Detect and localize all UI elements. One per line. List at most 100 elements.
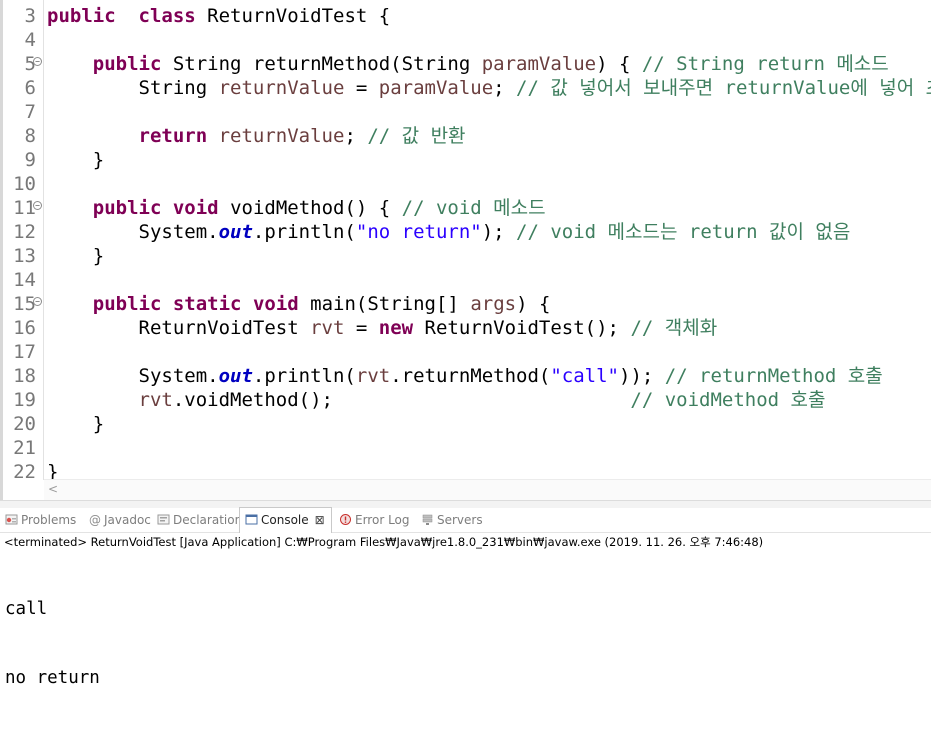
code-line[interactable]: 13 } [0, 244, 931, 268]
code-token: ) { [596, 53, 642, 75]
code-token: public [47, 5, 116, 27]
line-number: 5 [24, 53, 36, 75]
code-token: // String return 메소드 [641, 53, 889, 75]
console-icon [245, 514, 258, 525]
tab-problems[interactable]: Problems [5, 508, 76, 532]
code-text: rvt.voidMethod(); // voidMethod 호출 [47, 388, 826, 412]
code-line[interactable]: 18 System.out.println(rvt.returnMethod("… [0, 364, 931, 388]
code-token: .println( [252, 365, 356, 387]
code-line[interactable]: 10 [0, 172, 931, 196]
code-token: paramValue [378, 77, 494, 99]
code-line[interactable]: 11− public void voidMethod() { // void 메… [0, 196, 931, 220]
code-token: void [172, 197, 219, 219]
tab-label: Console [261, 513, 309, 527]
code-line[interactable]: 15− public static void main(String[] arg… [0, 292, 931, 316]
line-number: 22 [13, 461, 36, 483]
line-number: 7 [24, 101, 36, 123]
code-line[interactable]: 21 [0, 436, 931, 460]
line-number: 16 [13, 317, 36, 339]
tab-console[interactable]: Console ⊠ [239, 507, 332, 533]
code-token: out [218, 365, 253, 387]
code-line[interactable]: 6 String returnValue = paramValue; // 값 … [0, 76, 931, 100]
code-text: return returnValue; // 값 반환 [47, 124, 466, 148]
code-token: class [138, 5, 196, 27]
code-text: } [47, 244, 104, 268]
code-line[interactable]: 9 } [0, 148, 931, 172]
line-number: 11 [13, 197, 36, 219]
code-token: ); [481, 221, 517, 243]
code-line[interactable]: 19 rvt.voidMethod(); // voidMethod 호출 [0, 388, 931, 412]
bottom-panel: Problems @ Javadoc Declaration Console ⊠ … [0, 500, 931, 688]
code-token: ReturnVoidTest [47, 317, 311, 339]
scroll-left-arrow-icon[interactable]: < [48, 482, 58, 496]
line-number: 8 [24, 125, 36, 147]
fold-toggle-icon[interactable]: − [33, 57, 42, 66]
code-token: return [138, 125, 208, 147]
code-line[interactable]: 12 System.out.println("no return"); // v… [0, 220, 931, 244]
code-text: System.out.println(rvt.returnMethod("cal… [47, 364, 883, 388]
console-output[interactable]: call no return [5, 552, 100, 736]
code-line[interactable]: 14 [0, 268, 931, 292]
code-token: ReturnVoidTest(); [413, 317, 631, 339]
code-token: ) { [516, 293, 551, 315]
console-output-line: call [5, 599, 48, 619]
code-text: System.out.println("no return"); // void… [47, 220, 851, 244]
line-number: 20 [13, 413, 36, 435]
code-token: main(String[] [298, 293, 471, 315]
code-line[interactable]: 16 ReturnVoidTest rvt = new ReturnVoidTe… [0, 316, 931, 340]
line-number: 4 [24, 29, 36, 51]
tab-declaration[interactable]: Declaration [157, 508, 242, 532]
code-token: String returnMethod(String [161, 53, 482, 75]
code-token: ; [493, 77, 517, 99]
code-line[interactable]: 4 [0, 28, 931, 52]
close-console-icon[interactable]: ⊠ [315, 513, 325, 527]
tab-label: Servers [437, 513, 483, 527]
fold-toggle-icon[interactable]: − [33, 297, 42, 306]
line-number: 19 [13, 389, 36, 411]
javadoc-icon: @ [89, 513, 101, 526]
code-token: new [378, 317, 414, 339]
code-token: rvt [138, 389, 173, 411]
code-editor[interactable]: 3 public class ReturnVoidTest {4 5− public… [0, 0, 931, 500]
view-tab-bar: Problems @ Javadoc Declaration Console ⊠ … [0, 507, 931, 533]
code-token: } [47, 245, 105, 267]
fold-toggle-icon[interactable]: − [33, 201, 42, 210]
code-token: .returnMethod( [390, 365, 551, 387]
tab-label: Declaration [173, 513, 243, 527]
code-token: void [252, 293, 299, 315]
tab-error-log[interactable]: Error Log [339, 508, 410, 532]
code-token: System. [47, 221, 219, 243]
horizontal-scrollbar[interactable]: < [44, 479, 931, 500]
code-line[interactable]: 7 [0, 100, 931, 124]
code-text: public String returnMethod(String paramV… [47, 52, 889, 76]
line-number: 6 [24, 77, 36, 99]
tab-servers[interactable]: Servers [421, 508, 483, 532]
servers-icon [422, 514, 433, 525]
code-line[interactable]: 8 return returnValue; // 값 반환 [0, 124, 931, 148]
problems-icon [5, 514, 18, 525]
code-token: paramValue [481, 53, 597, 75]
code-token: "call" [550, 365, 619, 387]
code-token: )); [619, 365, 665, 387]
line-number: 17 [13, 341, 36, 363]
code-line[interactable]: 5− public String returnMethod(String par… [0, 52, 931, 76]
code-token: returnValue [218, 125, 345, 147]
code-text: public void voidMethod() { // void 메소드 [47, 196, 546, 220]
code-token: = [344, 317, 379, 339]
code-text: } [47, 148, 104, 172]
code-token: // 값 넣어서 보내주면 returnValue에 넣어 초기화 [516, 77, 931, 99]
code-line[interactable]: 20 } [0, 412, 931, 436]
line-number: 18 [13, 365, 36, 387]
tab-javadoc[interactable]: @ Javadoc [88, 508, 151, 532]
code-text: public class ReturnVoidTest { [47, 4, 390, 28]
code-text: public static void main(String[] args) { [47, 292, 551, 316]
code-token: // voidMethod 호출 [630, 389, 826, 411]
code-line[interactable]: 3 public class ReturnVoidTest { [0, 4, 931, 28]
tab-label: Javadoc [104, 513, 151, 527]
code-line[interactable]: 17 [0, 340, 931, 364]
